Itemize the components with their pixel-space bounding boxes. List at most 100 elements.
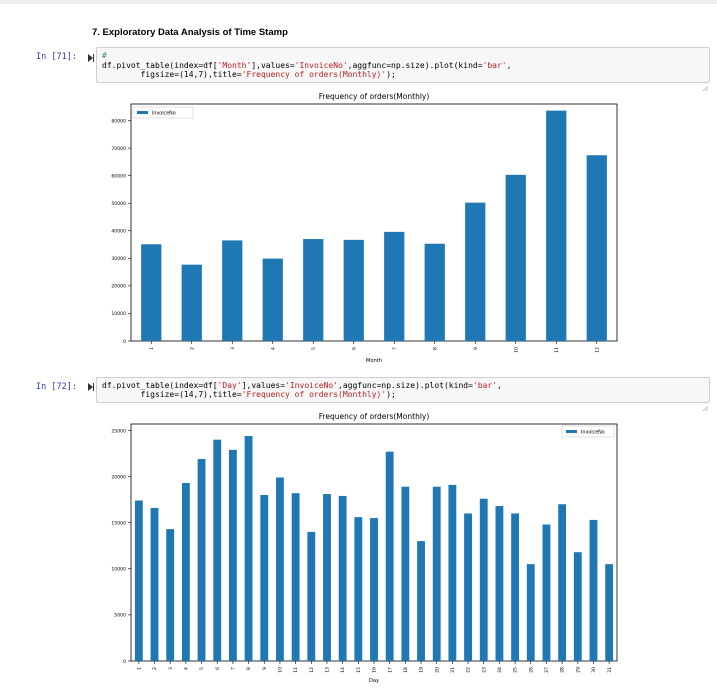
bar <box>605 564 614 661</box>
code-token: figsize=(14,7),title= <box>102 70 242 79</box>
x-tick-label: 11 <box>554 347 560 353</box>
code-line[interactable]: figsize=(14,7),title='Frequency of order… <box>102 390 396 400</box>
bar <box>526 564 535 661</box>
y-tick-label: 25000 <box>111 428 126 434</box>
x-tick-label: 20 <box>434 667 440 673</box>
x-tick-label: 2 <box>189 347 195 350</box>
x-tick-label: 31 <box>607 667 613 673</box>
bar <box>448 484 457 661</box>
x-tick-label: 17 <box>387 667 393 673</box>
bar <box>558 504 567 661</box>
x-tick-label: 14 <box>340 667 346 673</box>
x-tick-label: 2 <box>152 667 158 670</box>
y-tick-label: 5000 <box>114 613 126 619</box>
bar <box>586 155 607 341</box>
x-tick-label: 30 <box>591 667 597 673</box>
resize-handle-icon[interactable] <box>702 76 709 92</box>
y-tick-label: 80000 <box>111 118 126 124</box>
run-arrow-icon[interactable] <box>88 54 94 62</box>
x-tick-label: 1 <box>149 347 155 350</box>
bar <box>181 483 190 661</box>
bar <box>432 486 441 661</box>
code-token: 'Frequency of orders(Monthly)' <box>241 70 387 79</box>
bar <box>244 435 253 661</box>
code-token: ,aggfunc=np.size).plot(kind= <box>338 381 473 390</box>
bar <box>303 239 324 341</box>
code-token: 'bar' <box>472 381 497 390</box>
x-tick-label: 19 <box>419 667 425 673</box>
x-tick-label: 6 <box>215 667 221 670</box>
code-cell-input[interactable]: # df.pivot_table(index=df['Month'],values… <box>96 47 710 92</box>
y-tick-label: 10000 <box>111 567 126 573</box>
bar <box>228 449 237 661</box>
x-tick-label: 21 <box>450 667 456 673</box>
notebook-page: 7. Exploratory Data Analysis of Time Sta… <box>0 0 717 689</box>
bar <box>370 518 378 661</box>
code-token: 'InvoiceNo' <box>285 381 339 390</box>
bar <box>276 477 284 661</box>
x-tick-label: 4 <box>270 347 276 350</box>
bar <box>546 110 567 341</box>
chart-legend: InvoiceNo <box>132 106 194 119</box>
run-arrow-icon[interactable] <box>88 383 94 391</box>
cell-prompt: In [71]: <box>36 52 77 62</box>
x-tick-label: 18 <box>403 667 409 673</box>
y-tick-label: 20000 <box>111 474 126 480</box>
y-tick-label: 10000 <box>111 311 126 317</box>
x-tick-label: 6 <box>351 347 357 350</box>
bar <box>573 552 582 661</box>
code-token: ],values= <box>251 61 295 70</box>
code-line[interactable]: # <box>102 51 107 61</box>
bar <box>323 494 331 661</box>
chart-legend: InvoiceNo <box>561 425 615 438</box>
x-tick-label: 15 <box>356 667 362 673</box>
bar <box>134 500 143 661</box>
x-tick-label: 26 <box>528 667 534 673</box>
y-tick-label: 0 <box>123 659 126 665</box>
x-axis-label: Day <box>369 678 379 684</box>
bar <box>166 529 175 661</box>
daily-orders-chart: Frequency of orders(Monthly) 0 5000 10000 15… <box>111 412 618 684</box>
code-token: ); <box>386 70 396 79</box>
bar <box>505 174 526 341</box>
x-tick-label: 29 <box>575 667 581 673</box>
x-tick-label: 22 <box>466 667 472 673</box>
chart-title: Frequency of orders(Monthly) <box>319 412 430 421</box>
code-token: ],values= <box>241 381 286 390</box>
code-line[interactable]: figsize=(14,7),title='Frequency of order… <box>102 70 396 80</box>
code-token: ); <box>386 390 396 399</box>
code-cell-input[interactable]: df.pivot_table(index=df['Day'],values='I… <box>96 377 710 412</box>
plot-area-frame <box>130 103 618 342</box>
x-tick-label: 25 <box>513 667 519 673</box>
x-tick-label: 10 <box>278 667 284 673</box>
x-tick-label: 5 <box>311 347 317 350</box>
bar <box>417 541 425 661</box>
chart-title: Frequency of orders(Monthly) <box>319 92 430 101</box>
resize-handle-icon[interactable] <box>702 396 709 412</box>
bar <box>589 519 598 661</box>
legend-swatch <box>566 430 577 433</box>
code-token: 'bar' <box>482 61 507 70</box>
bar <box>464 513 472 661</box>
y-tick-label: 30000 <box>111 256 126 262</box>
bar <box>150 507 159 661</box>
code-token: ,aggfunc=np.size).plot(kind= <box>347 61 483 70</box>
legend-swatch <box>137 111 148 114</box>
bar <box>354 517 363 661</box>
code-token: df.pivot_table(index=df[ <box>102 61 218 70</box>
y-tick-label: 50000 <box>111 201 126 207</box>
bar <box>262 258 283 341</box>
bar <box>424 243 445 341</box>
bar <box>260 495 269 661</box>
y-tick-label: 0 <box>123 339 126 345</box>
bar <box>385 451 394 661</box>
bar <box>511 513 520 661</box>
code-token: 'InvoiceNo' <box>294 61 348 70</box>
monthly-orders-chart: Frequency of orders(Monthly) 0 10000 20000 3… <box>111 92 618 364</box>
y-tick-label: 20000 <box>111 284 126 290</box>
code-token: figsize=(14,7),title= <box>102 390 242 399</box>
x-tick-label: 16 <box>372 667 378 673</box>
code-token: 'Month' <box>217 61 252 70</box>
bar <box>197 459 206 661</box>
x-tick-label: 24 <box>497 667 503 673</box>
